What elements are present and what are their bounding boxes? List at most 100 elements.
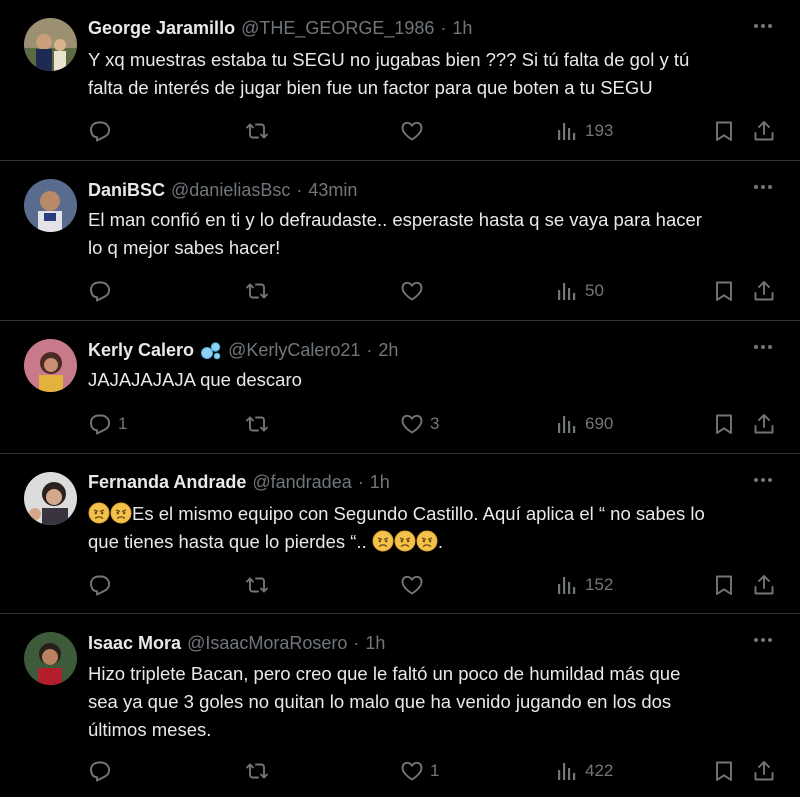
views-icon	[558, 283, 576, 300]
timestamp[interactable]: 1h	[452, 18, 472, 39]
bookmark-button[interactable]	[712, 411, 736, 437]
disappointed-face-emoji	[372, 530, 394, 552]
like-icon	[401, 761, 423, 781]
tweet-text-fragment: Es el mismo equipo con Segundo Castillo.…	[132, 503, 705, 524]
views-button[interactable]: 193	[555, 118, 613, 144]
bookmark-button[interactable]	[712, 758, 736, 784]
timestamp[interactable]: 2h	[378, 340, 398, 361]
tweet-text-line: Y xq muestras estaba tu SEGU no jugabas …	[88, 49, 690, 70]
timestamp[interactable]: 1h	[365, 633, 385, 654]
tweet-text-line: lo q mejor sabes hacer!	[88, 237, 281, 258]
tweet-text-line: Es el mismo equipo con Segundo Castillo.…	[88, 500, 770, 528]
share-icon	[754, 281, 774, 301]
views-count: 422	[585, 761, 614, 780]
separator: ·	[366, 340, 373, 360]
retweet-button[interactable]	[245, 411, 275, 437]
like-count: 1	[430, 761, 440, 780]
tweet-text: Hizo triplete Bacan, pero creo que le fa…	[88, 660, 770, 744]
share-icon	[754, 121, 774, 141]
tweet-text-line: Hizo triplete Bacan, pero creo que le fa…	[88, 663, 681, 684]
tweet-card[interactable]: Isaac Mora @IsaacMoraRosero · 1h Hizo tr…	[0, 614, 800, 797]
author-handle[interactable]: @fandradea	[252, 472, 351, 493]
reply-button[interactable]: 1	[88, 411, 127, 437]
avatar[interactable]	[24, 472, 77, 525]
tweet-text: JAJAJAJAJA que descaro	[88, 366, 770, 394]
avatar[interactable]	[24, 339, 77, 392]
like-button[interactable]: 1	[400, 758, 439, 784]
author-name[interactable]: George Jaramillo	[88, 18, 235, 39]
more-icon[interactable]	[750, 339, 776, 355]
author-name[interactable]: DaniBSC	[88, 180, 165, 201]
author-name[interactable]: Fernanda Andrade	[88, 472, 246, 493]
action-bar: 1 3 690	[88, 411, 778, 437]
tweet-card[interactable]: George Jaramillo @THE_GEORGE_1986 · 1h Y…	[0, 0, 800, 161]
views-button[interactable]: 690	[555, 411, 613, 437]
views-icon	[558, 763, 576, 780]
more-icon[interactable]	[750, 472, 776, 488]
timestamp[interactable]: 1h	[370, 472, 390, 493]
reply-count: 1	[118, 414, 128, 433]
like-button[interactable]	[400, 118, 430, 144]
author-handle[interactable]: @danieliasBsc	[171, 180, 290, 201]
author-handle[interactable]: @IsaacMoraRosero	[187, 633, 347, 654]
retweet-icon	[246, 577, 268, 593]
bookmark-button[interactable]	[712, 278, 736, 304]
action-bar: 50	[88, 278, 778, 304]
tweet-text: Es el mismo equipo con Segundo Castillo.…	[88, 500, 770, 556]
avatar[interactable]	[24, 18, 77, 71]
views-button[interactable]: 422	[555, 758, 613, 784]
disappointed-face-emoji	[110, 502, 132, 524]
views-icon	[558, 123, 576, 140]
tweet-header: Kerly Calero @KerlyCalero21 · 2h	[88, 340, 398, 361]
author-handle[interactable]: @THE_GEORGE_1986	[241, 18, 434, 39]
avatar[interactable]	[24, 632, 77, 685]
reply-button[interactable]	[88, 278, 118, 304]
author-name[interactable]: Isaac Mora	[88, 633, 181, 654]
views-button[interactable]: 50	[555, 278, 604, 304]
bookmark-icon	[716, 121, 732, 141]
reply-icon	[90, 281, 111, 302]
author-handle[interactable]: @KerlyCalero21	[228, 340, 360, 361]
like-count: 3	[430, 414, 440, 433]
like-button[interactable]	[400, 278, 430, 304]
share-button[interactable]	[752, 572, 776, 598]
reply-button[interactable]	[88, 118, 118, 144]
action-bar: 193	[88, 118, 778, 144]
more-icon[interactable]	[750, 18, 776, 34]
separator: ·	[440, 18, 447, 38]
reply-button[interactable]	[88, 758, 118, 784]
like-button[interactable]: 3	[400, 411, 439, 437]
reply-button[interactable]	[88, 572, 118, 598]
share-button[interactable]	[752, 118, 776, 144]
tweet-card[interactable]: Fernanda Andrade @fandradea · 1h Es el m…	[0, 454, 800, 614]
bookmark-button[interactable]	[712, 572, 736, 598]
tweet-text: Y xq muestras estaba tu SEGU no jugabas …	[88, 46, 770, 102]
avatar[interactable]	[24, 179, 77, 232]
retweet-button[interactable]	[245, 572, 275, 598]
author-name[interactable]: Kerly Calero	[88, 340, 194, 361]
views-button[interactable]: 152	[555, 572, 613, 598]
retweet-icon	[246, 123, 268, 139]
bookmark-button[interactable]	[712, 118, 736, 144]
like-icon	[401, 575, 423, 595]
retweet-button[interactable]	[245, 758, 275, 784]
tweet-header: Fernanda Andrade @fandradea · 1h	[88, 472, 390, 493]
retweet-icon	[246, 763, 268, 779]
share-button[interactable]	[752, 278, 776, 304]
tweet-card[interactable]: Kerly Calero @KerlyCalero21 · 2h JAJAJAJ…	[0, 321, 800, 454]
share-icon	[754, 761, 774, 781]
like-button[interactable]	[400, 572, 430, 598]
retweet-button[interactable]	[245, 118, 275, 144]
retweet-button[interactable]	[245, 278, 275, 304]
timestamp[interactable]: 43min	[308, 180, 357, 201]
views-count: 193	[585, 121, 614, 140]
tweet-card[interactable]: DaniBSC @danieliasBsc · 43min El man con…	[0, 161, 800, 321]
reply-icon	[90, 761, 111, 782]
views-count: 690	[585, 414, 614, 433]
share-button[interactable]	[752, 758, 776, 784]
bubbles-emoji	[201, 341, 221, 359]
disappointed-face-emoji	[416, 530, 438, 552]
more-icon[interactable]	[750, 179, 776, 195]
more-icon[interactable]	[750, 632, 776, 648]
share-button[interactable]	[752, 411, 776, 437]
